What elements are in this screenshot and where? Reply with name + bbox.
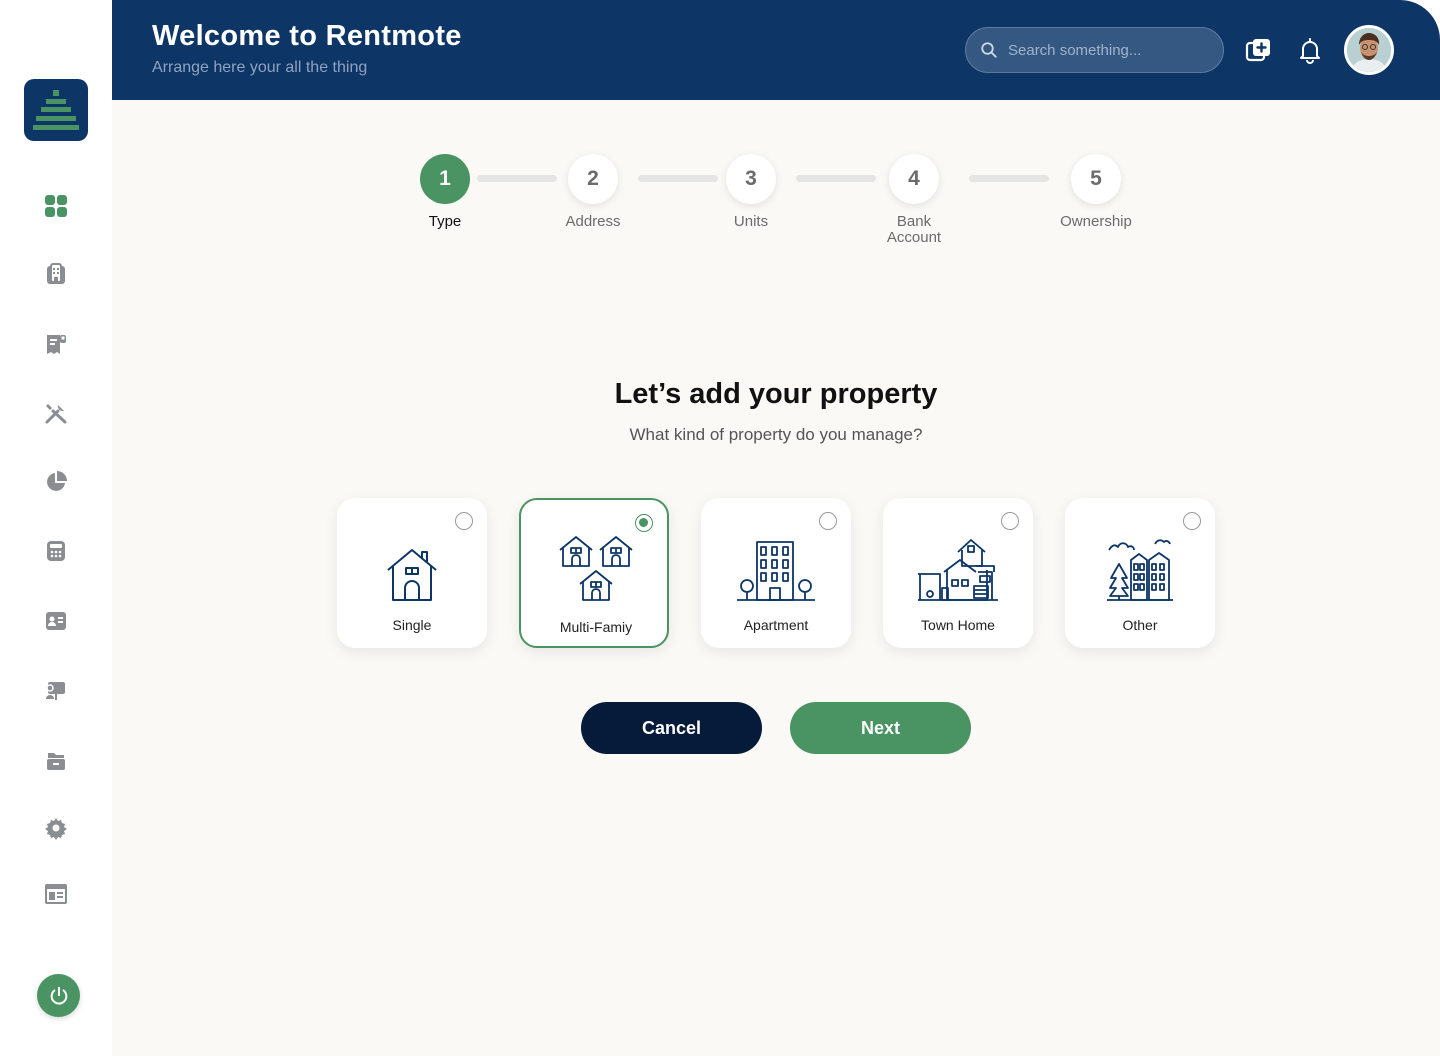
property-option-apartment[interactable]: Apartment — [701, 498, 851, 648]
step-label-address: Address — [565, 213, 621, 230]
option-label: Multi-Famiy — [559, 619, 633, 635]
multi-family-icon — [521, 532, 671, 604]
step-label-ownership: Ownership — [1060, 213, 1132, 230]
radio-button[interactable] — [635, 514, 653, 532]
add-copy-icon[interactable] — [1245, 36, 1273, 64]
step-label-units: Units — [733, 213, 769, 230]
step-connector — [638, 175, 718, 182]
property-option-town-home[interactable]: Town Home — [883, 498, 1033, 648]
search-box[interactable] — [965, 27, 1224, 73]
step-3[interactable]: 3 — [726, 154, 776, 204]
property-option-multi-family[interactable]: Multi-Famiy — [519, 498, 669, 648]
bell-icon[interactable] — [1296, 36, 1324, 64]
apartment-building-icon — [701, 530, 851, 602]
app-logo[interactable] — [24, 79, 88, 141]
building-icon[interactable] — [36, 254, 76, 294]
page-subtitle: Arrange here your all the thing — [152, 59, 368, 76]
radio-button[interactable] — [1183, 512, 1201, 530]
step-4[interactable]: 4 — [889, 154, 939, 204]
step-connector — [969, 175, 1049, 182]
settings-gear-icon[interactable] — [36, 808, 76, 848]
top-header: Welcome to Rentmote Arrange here your al… — [112, 0, 1440, 100]
step-5[interactable]: 5 — [1071, 154, 1121, 204]
step-label-bank-account: Bank Account — [886, 213, 942, 246]
radio-button[interactable] — [455, 512, 473, 530]
receipt-icon[interactable] — [36, 324, 76, 364]
single-house-icon — [337, 530, 487, 602]
pie-chart-icon[interactable] — [36, 462, 76, 502]
main-content: Welcome to Rentmote Arrange here your al… — [112, 0, 1440, 1056]
step-1[interactable]: 1 — [420, 154, 470, 204]
other-buildings-icon — [1065, 530, 1215, 602]
calculator-icon[interactable] — [36, 531, 76, 571]
option-label: Town Home — [921, 617, 995, 633]
layout-icon[interactable] — [36, 874, 76, 914]
option-label: Single — [392, 617, 432, 633]
option-label: Other — [1122, 617, 1158, 633]
form-subheading: What kind of property do you manage? — [629, 425, 923, 444]
search-icon — [981, 42, 997, 58]
step-connector — [477, 175, 557, 182]
tools-icon[interactable] — [36, 393, 76, 433]
form-heading: Let’s add your property — [614, 378, 938, 410]
sidebar — [0, 0, 112, 1056]
search-input[interactable] — [1008, 41, 1208, 59]
dashboard-grid-icon[interactable] — [36, 186, 76, 226]
presentation-icon[interactable] — [36, 671, 76, 711]
user-avatar-image — [1347, 28, 1391, 72]
avatar[interactable] — [1344, 25, 1394, 75]
property-option-single[interactable]: Single — [337, 498, 487, 648]
next-button[interactable]: Next — [790, 702, 971, 754]
step-connector — [796, 175, 876, 182]
power-icon — [50, 986, 67, 1004]
town-home-icon — [883, 530, 1033, 602]
option-label: Apartment — [743, 617, 809, 633]
power-button[interactable] — [37, 974, 80, 1017]
archive-icon[interactable] — [36, 741, 76, 781]
contact-card-icon[interactable] — [36, 601, 76, 641]
page-title: Welcome to Rentmote — [152, 20, 462, 52]
stack-logo-icon — [33, 90, 79, 130]
property-option-other[interactable]: Other — [1065, 498, 1215, 648]
radio-button[interactable] — [819, 512, 837, 530]
step-2[interactable]: 2 — [568, 154, 618, 204]
cancel-button[interactable]: Cancel — [581, 702, 762, 754]
radio-button[interactable] — [1001, 512, 1019, 530]
step-label-type: Type — [428, 213, 462, 230]
